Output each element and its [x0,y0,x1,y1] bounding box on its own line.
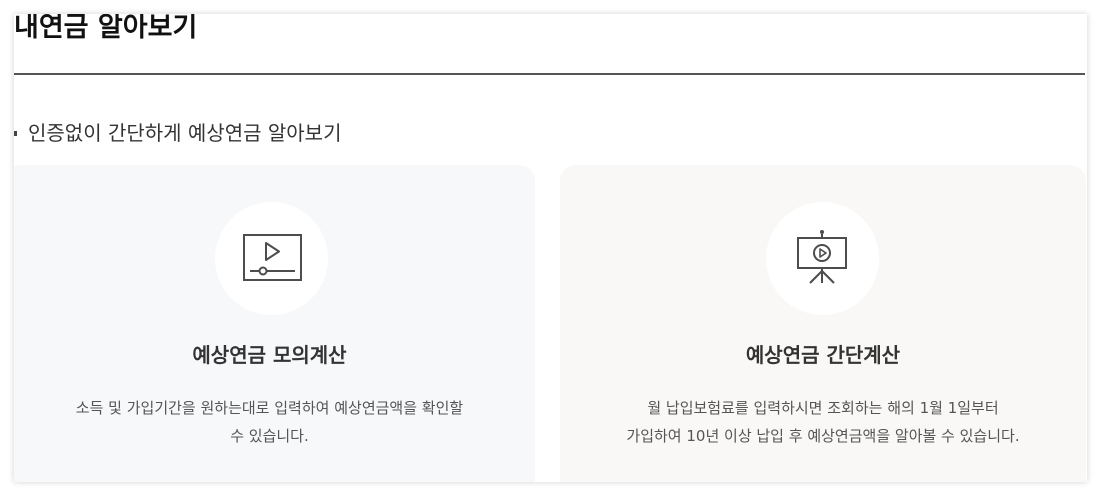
card-description-line: 수 있습니다. [230,427,309,445]
card-title: 예상연금 간단계산 [745,343,901,367]
card-title: 예상연금 모의계산 [192,343,347,367]
card-description-line: 가입하여 10년 이상 납입 후 예상연금액을 알아볼 수 있습니다. [626,427,1020,445]
simple-calculation-card[interactable]: 예상연금 간단계산 월 납입보험료를 입력하시면 조회하는 해의 1월 1일부터… [560,165,1086,482]
icon-circle [766,202,879,315]
section-bullet-icon [14,131,17,136]
card-description-line: 월 납입보험료를 입력하시면 조회하는 해의 1월 1일부터 [647,399,999,417]
icon-circle [215,202,328,315]
pension-panel: 내연금 알아보기 인증없이 간단하게 예상연금 알아보기 예상연금 모의계산 소… [14,14,1087,482]
title-divider [14,73,1085,75]
card-description: 월 납입보험료를 입력하시면 조회하는 해의 1월 1일부터 가입하여 10년 … [560,394,1086,450]
card-description: 소득 및 가입기간을 원하는대로 입력하여 예상연금액을 확인할 수 있습니다. [14,394,535,450]
video-player-icon [243,234,302,281]
presentation-play-icon [797,230,847,284]
page-title: 내연금 알아보기 [14,14,198,43]
mock-calculation-card[interactable]: 예상연금 모의계산 소득 및 가입기간을 원하는대로 입력하여 예상연금액을 확… [14,165,535,482]
section-heading: 인증없이 간단하게 예상연금 알아보기 [28,121,342,145]
card-description-line: 소득 및 가입기간을 원하는대로 입력하여 예상연금액을 확인할 [75,399,464,417]
